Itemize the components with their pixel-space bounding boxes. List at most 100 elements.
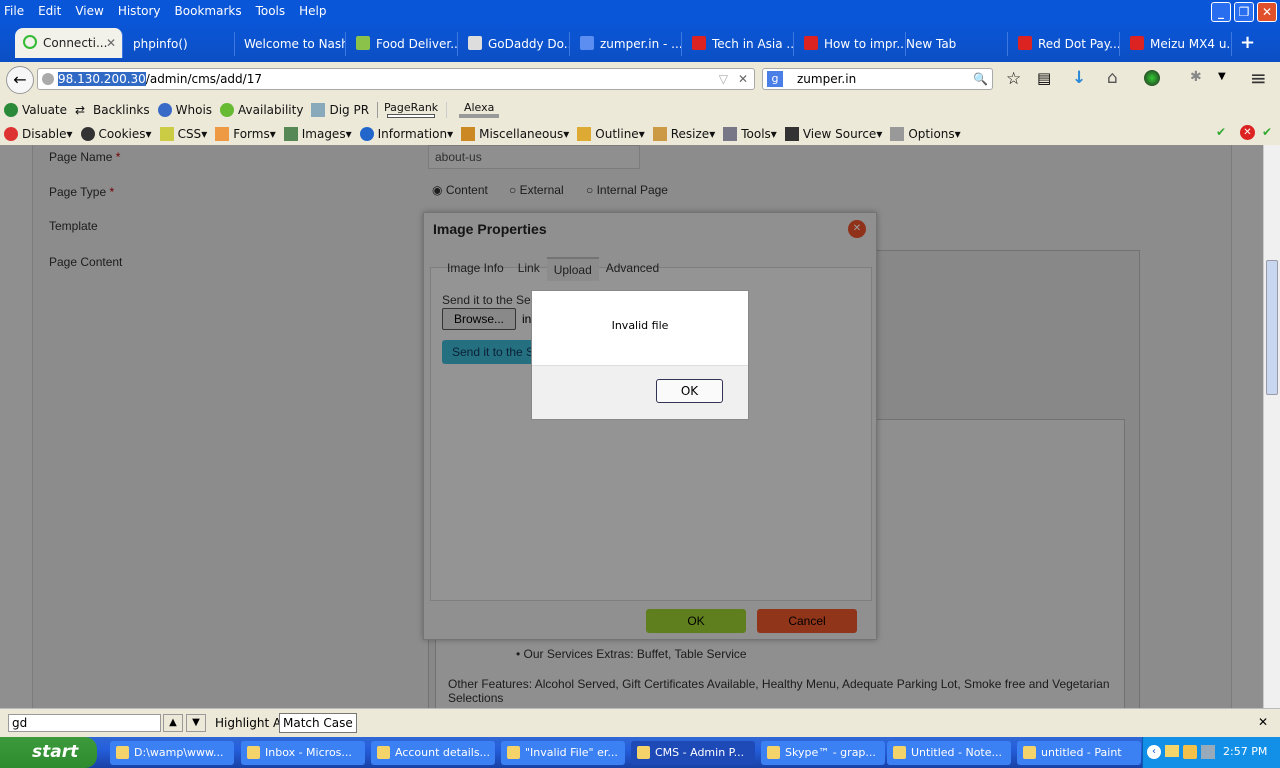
alert-ok-button[interactable]: OK: [656, 379, 723, 403]
extension-icon[interactable]: [1144, 70, 1160, 86]
label: Disable: [22, 126, 67, 141]
page-type-label: Page Type *: [49, 185, 115, 199]
tray-expand-icon[interactable]: ‹: [1147, 745, 1161, 759]
taskbar-item[interactable]: Skype™ - grap...: [761, 741, 885, 765]
search-field[interactable]: g zumper.in 🔍: [762, 68, 993, 90]
error-icon[interactable]: ✕: [1240, 125, 1255, 140]
match-case-button[interactable]: Match Case: [279, 713, 357, 733]
taskbar-item[interactable]: Account details...: [371, 741, 495, 765]
hamburger-menu-icon[interactable]: ≡: [1250, 66, 1267, 90]
tab-advanced[interactable]: Advanced: [599, 257, 666, 281]
resize-menu[interactable]: Resize ▾: [652, 126, 715, 141]
taskbar-item[interactable]: Inbox - Micros...: [241, 741, 365, 765]
disable-menu[interactable]: Disable ▾: [4, 126, 73, 141]
menu-history[interactable]: History: [118, 4, 161, 18]
radio-content[interactable]: ◉ Content: [432, 183, 488, 197]
forms-menu[interactable]: Forms ▾: [215, 126, 276, 141]
image-properties-dialog: Image Properties ✕ Image Info Link Uploa…: [423, 212, 877, 640]
tools-menu[interactable]: Tools ▾: [723, 126, 777, 141]
tab-link[interactable]: Link: [511, 257, 547, 281]
tab-howto[interactable]: How to impr...: [796, 32, 906, 56]
options-menu[interactable]: Options ▾: [890, 126, 961, 141]
miscellaneous-menu[interactable]: Miscellaneous ▾: [461, 126, 569, 141]
ok-button[interactable]: OK: [646, 609, 746, 633]
taskbar-item[interactable]: D:\wamp\www...: [110, 741, 234, 765]
radio-internal-page[interactable]: ○ Internal Page: [586, 183, 668, 197]
menu-edit[interactable]: Edit: [38, 4, 61, 18]
label: PageRank: [384, 100, 439, 114]
chevron-down-icon[interactable]: ▼: [1218, 71, 1226, 82]
dropdown-icon[interactable]: ▽: [719, 69, 728, 89]
network-icon[interactable]: [1201, 745, 1215, 759]
check-icon[interactable]: ✔: [1262, 125, 1272, 139]
backlinks-button[interactable]: ⇄ Backlinks: [75, 103, 150, 117]
menu-file[interactable]: File: [4, 4, 24, 18]
menu-bookmarks[interactable]: Bookmarks: [175, 4, 242, 18]
navigation-bar: ← 98.130.200.30/admin/cms/add/17 ▽ ✕ g z…: [0, 62, 1280, 96]
menu-help[interactable]: Help: [299, 4, 326, 18]
bookmark-star-icon[interactable]: ☆: [1006, 69, 1021, 89]
outlook-icon[interactable]: [1183, 745, 1197, 759]
availability-button[interactable]: Availability: [220, 102, 303, 117]
menu-view[interactable]: View: [75, 4, 103, 18]
taskbar-item[interactable]: "Invalid File" er...: [501, 741, 625, 765]
images-menu[interactable]: Images ▾: [283, 126, 352, 141]
information-menu[interactable]: Information ▾: [359, 126, 453, 141]
addon-icon[interactable]: ✱: [1190, 69, 1202, 85]
find-input[interactable]: gd: [8, 714, 161, 732]
close-find-bar-icon[interactable]: ✕: [1258, 715, 1268, 729]
highlight-all-button[interactable]: Highlight All: [215, 716, 288, 730]
url-field[interactable]: 98.130.200.30/admin/cms/add/17 ▽ ✕: [37, 68, 755, 90]
outline-menu[interactable]: Outline ▾: [577, 126, 645, 141]
page-scrollbar[interactable]: [1263, 145, 1280, 708]
cancel-button[interactable]: Cancel: [757, 609, 857, 633]
minimize-button[interactable]: _: [1211, 2, 1231, 22]
disable-icon: [4, 126, 18, 141]
reading-list-icon[interactable]: ▤: [1037, 69, 1051, 87]
home-icon[interactable]: ⌂: [1107, 68, 1118, 88]
close-window-button[interactable]: ✕: [1257, 2, 1277, 22]
back-button[interactable]: ←: [6, 66, 34, 94]
menu-tools[interactable]: Tools: [256, 4, 286, 18]
tab-newtab[interactable]: New Tab: [898, 32, 1008, 56]
tab-label: GoDaddy Do...: [488, 37, 570, 51]
tab-reddot[interactable]: Red Dot Pay...: [1010, 32, 1120, 56]
mail-icon[interactable]: [1165, 745, 1179, 757]
search-icon[interactable]: 🔍: [973, 69, 988, 89]
tab-connecting[interactable]: Connecti... ✕: [15, 28, 123, 58]
digpr-button[interactable]: Dig PR: [311, 102, 369, 117]
find-next-button[interactable]: ▼: [186, 714, 206, 732]
start-button[interactable]: start: [0, 737, 97, 768]
taskbar-item-active[interactable]: CMS - Admin P...: [631, 741, 755, 765]
techinasia-icon: [692, 36, 706, 50]
browse-button[interactable]: Browse...: [442, 308, 516, 330]
download-icon[interactable]: ↓: [1072, 68, 1086, 88]
css-menu[interactable]: CSS ▾: [159, 126, 207, 141]
close-dialog-button[interactable]: ✕: [848, 220, 866, 238]
valuate-button[interactable]: Valuate: [4, 102, 67, 117]
tab-food[interactable]: Food Deliver...: [348, 32, 458, 56]
view-source-menu[interactable]: View Source ▾: [784, 126, 882, 141]
restore-button[interactable]: ❐: [1234, 2, 1254, 22]
radio-external[interactable]: ○ External: [509, 183, 564, 197]
whois-button[interactable]: Whois: [157, 102, 212, 117]
new-tab-button[interactable]: +: [1240, 32, 1255, 53]
label: Tools: [741, 126, 771, 141]
page-name-input[interactable]: about-us: [428, 145, 640, 169]
taskbar-item[interactable]: untitled - Paint: [1017, 741, 1141, 765]
tab-zumper[interactable]: zumper.in - ...: [572, 32, 682, 56]
tab-meizu[interactable]: Meizu MX4 u...: [1122, 32, 1232, 56]
check-icon[interactable]: ✔: [1216, 125, 1226, 139]
taskbar-item[interactable]: Untitled - Note...: [887, 741, 1011, 765]
tab-phpinfo[interactable]: phpinfo(): [125, 32, 235, 56]
tab-techinasia[interactable]: Tech in Asia ...: [684, 32, 794, 56]
stop-icon[interactable]: ✕: [738, 69, 748, 89]
scrollbar-thumb[interactable]: [1266, 260, 1278, 395]
tab-nash[interactable]: Welcome to Nash...: [236, 32, 346, 56]
close-tab-icon[interactable]: ✕: [106, 28, 116, 58]
cookies-menu[interactable]: Cookies ▾: [80, 126, 152, 141]
find-previous-button[interactable]: ▲: [163, 714, 183, 732]
tab-image-info[interactable]: Image Info: [440, 257, 511, 281]
tab-godaddy[interactable]: GoDaddy Do...: [460, 32, 570, 56]
tab-upload[interactable]: Upload: [546, 257, 599, 281]
